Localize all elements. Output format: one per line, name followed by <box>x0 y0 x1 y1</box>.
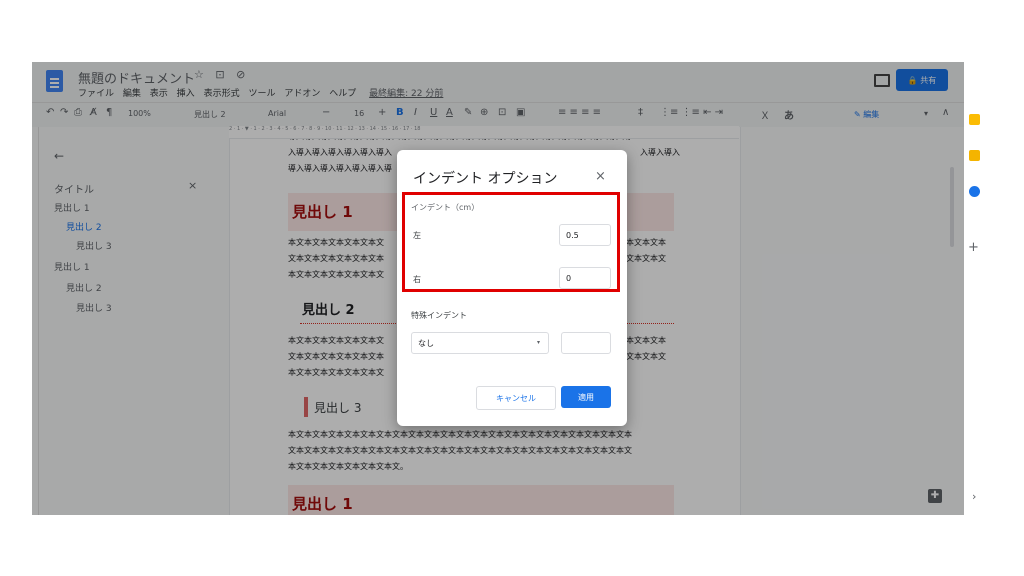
cancel-button[interactable]: キャンセル <box>476 386 556 410</box>
annotation-highlight-box <box>402 192 620 292</box>
special-indent-value: なし <box>418 338 434 348</box>
special-indent-select[interactable]: なし ▾ <box>411 332 549 354</box>
chevron-down-icon: ▾ <box>536 339 540 346</box>
special-indent-amount-input[interactable] <box>561 332 611 354</box>
expand-side-panel-icon[interactable]: › <box>972 490 976 503</box>
add-addon-icon[interactable]: + <box>968 240 979 255</box>
special-indent-label: 特殊インデント <box>411 311 467 320</box>
close-icon[interactable]: × <box>595 169 606 184</box>
keep-addon-icon[interactable] <box>969 150 980 161</box>
dialog-title: インデント オプション <box>413 171 558 187</box>
apply-button[interactable]: 適用 <box>561 386 611 408</box>
tasks-addon-icon[interactable] <box>969 186 980 197</box>
calendar-addon-icon[interactable] <box>969 114 980 125</box>
